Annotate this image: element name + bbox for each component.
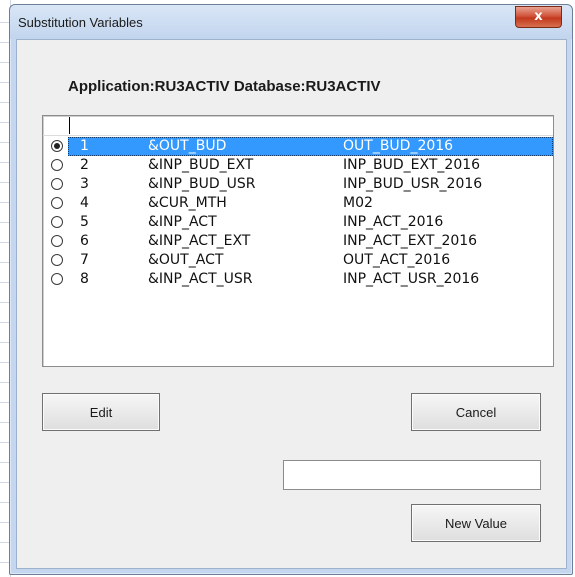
- variable-name: &INP_BUD_USR: [148, 176, 256, 192]
- variable-name: &INP_ACT_USR: [148, 271, 253, 287]
- selection-highlight: [68, 137, 553, 156]
- variable-value: OUT_BUD_2016: [343, 138, 454, 154]
- list-row[interactable]: 6 &INP_ACT_EXT INP_ACT_EXT_2016: [43, 232, 553, 251]
- close-icon: x: [534, 9, 543, 24]
- dialog-client-area: Application:RU3ACTIV Database:RU3ACTIV 1…: [16, 39, 567, 569]
- variable-name: &INP_BUD_EXT: [148, 157, 254, 173]
- variable-value: INP_BUD_USR_2016: [343, 176, 483, 192]
- row-number: 2: [80, 157, 89, 173]
- window-title: Substitution Variables: [18, 15, 143, 30]
- list-header-caret: [69, 117, 70, 134]
- variable-name: &INP_ACT: [148, 214, 217, 230]
- row-radio-button[interactable]: [51, 235, 63, 247]
- row-radio-button[interactable]: [51, 140, 63, 152]
- variable-value: INP_ACT_EXT_2016: [343, 233, 478, 249]
- row-number: 3: [80, 176, 89, 192]
- variable-name: &CUR_MTH: [148, 195, 227, 211]
- row-number: 1: [80, 138, 89, 154]
- application-database-label: Application:RU3ACTIV Database:RU3ACTIV: [68, 78, 381, 95]
- variables-listbox[interactable]: 1 &OUT_BUD OUT_BUD_2016 2 &INP_BUD_EXT INP_BU…: [42, 115, 554, 367]
- variable-value: INP_BUD_EXT_2016: [343, 157, 481, 173]
- new-value-input[interactable]: [283, 460, 541, 490]
- substitution-variables-dialog: Substitution Variables x Application:RU3…: [9, 4, 573, 575]
- close-button[interactable]: x: [515, 6, 562, 28]
- radio-dot-icon: [54, 143, 60, 149]
- row-number: 8: [80, 271, 89, 287]
- variable-value: OUT_ACT_2016: [343, 252, 451, 268]
- row-radio-button[interactable]: [51, 197, 63, 209]
- new-value-button[interactable]: New Value: [411, 504, 541, 542]
- row-radio-button[interactable]: [51, 254, 63, 266]
- variable-value: INP_ACT_USR_2016: [343, 271, 480, 287]
- row-number: 5: [80, 214, 89, 230]
- list-row[interactable]: 5 &INP_ACT INP_ACT_2016: [43, 213, 553, 232]
- variable-name: &OUT_BUD: [148, 138, 227, 154]
- row-number: 7: [80, 252, 89, 268]
- list-row[interactable]: 1 &OUT_BUD OUT_BUD_2016: [43, 137, 553, 156]
- variable-name: &INP_ACT_EXT: [148, 233, 251, 249]
- row-radio-button[interactable]: [51, 273, 63, 285]
- edit-button[interactable]: Edit: [42, 393, 160, 431]
- list-row[interactable]: 8 &INP_ACT_USR INP_ACT_USR_2016: [43, 270, 553, 289]
- variable-value: M02: [343, 195, 373, 211]
- cancel-button[interactable]: Cancel: [411, 393, 541, 431]
- list-row[interactable]: 7 &OUT_ACT OUT_ACT_2016: [43, 251, 553, 270]
- list-row[interactable]: 4 &CUR_MTH M02: [43, 194, 553, 213]
- row-radio-button[interactable]: [51, 216, 63, 228]
- row-radio-button[interactable]: [51, 159, 63, 171]
- variable-name: &OUT_ACT: [148, 252, 224, 268]
- variable-value: INP_ACT_2016: [343, 214, 444, 230]
- title-bar[interactable]: Substitution Variables x: [10, 5, 572, 39]
- row-number: 4: [80, 195, 89, 211]
- list-row[interactable]: 3 &INP_BUD_USR INP_BUD_USR_2016: [43, 175, 553, 194]
- list-row[interactable]: 2 &INP_BUD_EXT INP_BUD_EXT_2016: [43, 156, 553, 175]
- list-header-divider: [43, 135, 553, 136]
- row-radio-button[interactable]: [51, 178, 63, 190]
- row-number: 6: [80, 233, 89, 249]
